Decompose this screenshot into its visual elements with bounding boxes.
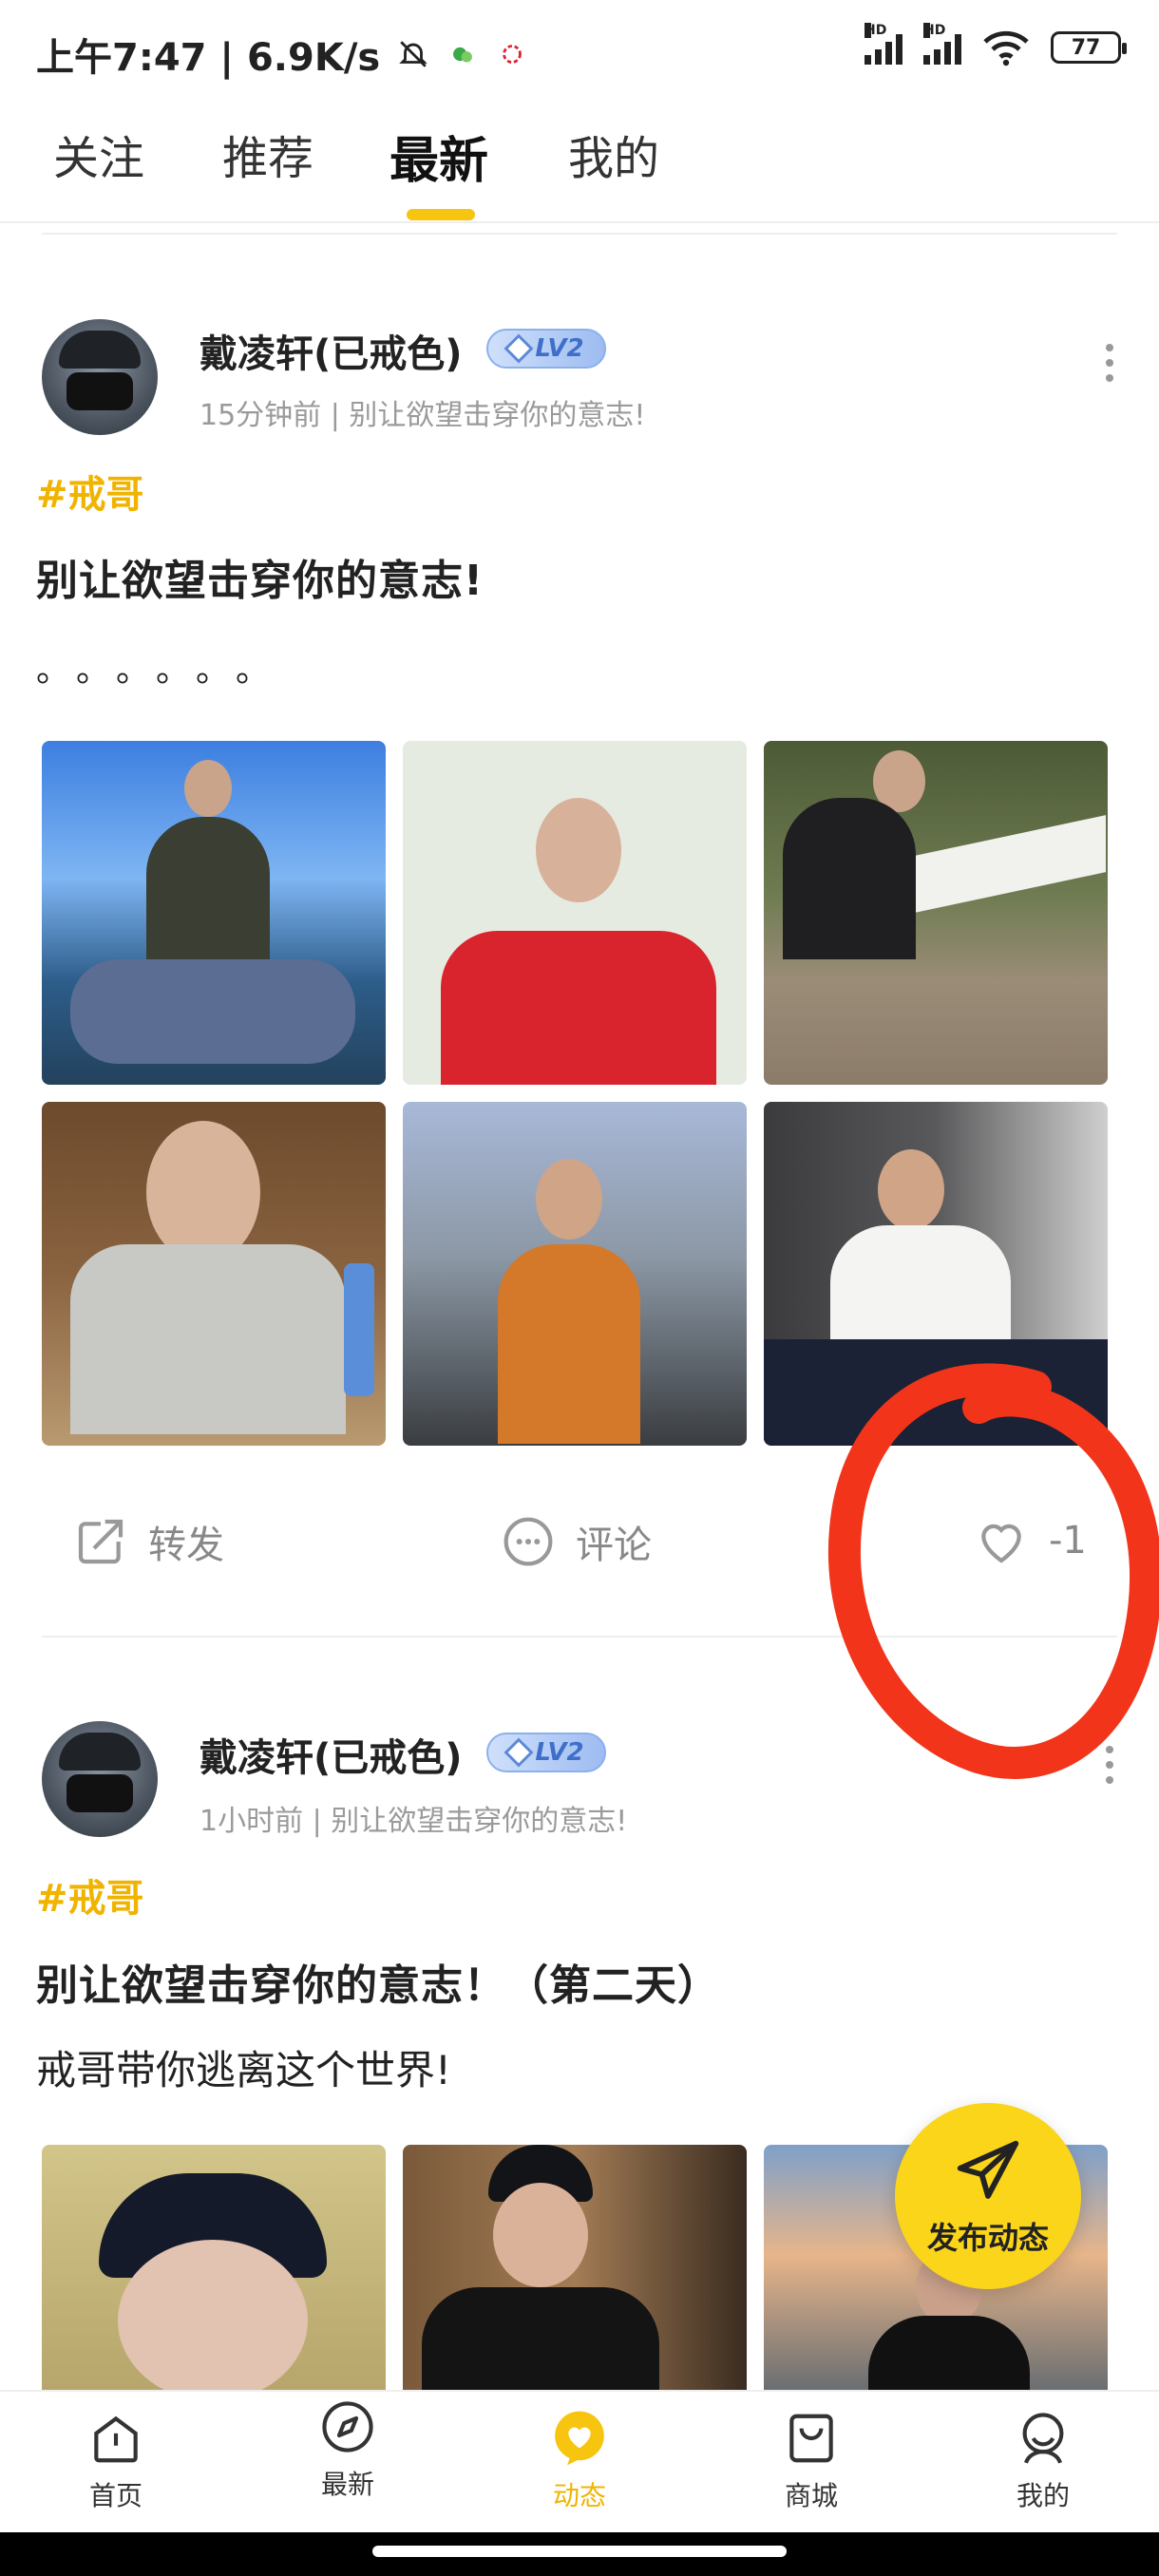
signal-icon-2: HD — [923, 23, 961, 65]
diamond-icon — [504, 1737, 534, 1768]
post-body: 。。。。。。 — [36, 651, 294, 690]
level-badge: LV2 — [486, 329, 606, 369]
active-tab-indicator — [407, 209, 475, 220]
post-body: 戒哥带你逃离这个世界! — [36, 2047, 451, 2093]
bottom-navigation: 首页 最新 动态 商城 我的 — [0, 2390, 1159, 2532]
battery-level: 77 — [1071, 35, 1101, 60]
photo-thumbnail[interactable] — [403, 741, 747, 1085]
shopping-bag-icon — [789, 2414, 833, 2463]
post-meta: 1小时前 | 别让欲望击穿你的意志! — [200, 1805, 628, 1838]
tab-following[interactable]: 关注 — [53, 121, 144, 187]
nav-shop[interactable]: 商城 — [745, 2409, 878, 2513]
post-meta: 15分钟前 | 别让欲望击穿你的意志! — [200, 399, 646, 432]
compass-icon — [322, 2401, 373, 2453]
username[interactable]: 戴凌轩(已戒色) — [200, 323, 463, 378]
wifi-icon — [983, 30, 1029, 66]
level-badge: LV2 — [486, 1733, 606, 1772]
photo-thumbnail[interactable] — [42, 2145, 386, 2390]
nav-feed[interactable]: 动态 — [513, 2409, 646, 2513]
comment-icon — [504, 1517, 553, 1566]
diamond-icon — [504, 333, 534, 364]
status-left: 上午7:47 | 6.9K/s — [36, 27, 528, 82]
home-indicator[interactable] — [372, 2546, 787, 2557]
top-tabs: 关注 推荐 最新 我的 — [0, 109, 1159, 223]
avatar[interactable] — [42, 319, 158, 435]
topic-tag[interactable]: #戒哥 — [36, 464, 144, 519]
publish-post-button[interactable]: 发布动态 — [895, 2103, 1081, 2289]
photo-thumbnail[interactable] — [42, 1102, 386, 1446]
nav-latest[interactable]: 最新 — [281, 2397, 414, 2502]
mute-bell-icon — [399, 41, 428, 67]
photo-thumbnail[interactable] — [403, 1102, 747, 1446]
top-divider — [42, 233, 1117, 235]
paper-plane-icon — [957, 2140, 1019, 2199]
status-speed: 6.9K/s — [246, 36, 381, 80]
app-notification-icon — [503, 45, 522, 64]
status-right: HD HD 77 — [864, 23, 1127, 66]
more-options-icon[interactable] — [1106, 344, 1115, 382]
post-title: 别让欲望击穿你的意志！（第二天） — [36, 1961, 720, 2010]
share-icon — [78, 1519, 124, 1564]
photo-thumbnail[interactable] — [403, 2145, 747, 2390]
photo-thumbnail[interactable] — [764, 741, 1108, 1085]
repost-button[interactable]: 转发 — [74, 1514, 224, 1569]
wechat-notification-icon — [453, 47, 473, 63]
home-icon — [94, 2415, 138, 2463]
nav-home[interactable]: 首页 — [49, 2409, 182, 2513]
battery-icon: 77 — [1051, 31, 1127, 64]
gesture-bar — [0, 2532, 1159, 2576]
post-title: 别让欲望击穿你的意志! — [36, 557, 484, 605]
red-circle-annotation — [827, 1363, 1159, 1779]
nav-profile[interactable]: 我的 — [977, 2409, 1110, 2513]
photo-thumbnail[interactable] — [42, 741, 386, 1085]
username[interactable]: 戴凌轩(已戒色) — [200, 1727, 463, 1782]
profile-icon — [1022, 2413, 1064, 2464]
comment-button[interactable]: 评论 — [502, 1514, 652, 1569]
heart-bubble-icon — [555, 2411, 604, 2466]
tab-recommended[interactable]: 推荐 — [222, 121, 314, 187]
publish-label: 发布动态 — [926, 2220, 1049, 2256]
signal-icon-1: HD — [864, 23, 902, 65]
avatar[interactable] — [42, 1721, 158, 1837]
topic-tag[interactable]: #戒哥 — [36, 1867, 144, 1923]
tab-mine[interactable]: 我的 — [568, 121, 659, 187]
status-bar: 上午7:47 | 6.9K/s HD HD 77 — [0, 0, 1159, 95]
tab-latest[interactable]: 最新 — [390, 121, 488, 192]
status-time: 上午7:47 — [36, 36, 207, 80]
